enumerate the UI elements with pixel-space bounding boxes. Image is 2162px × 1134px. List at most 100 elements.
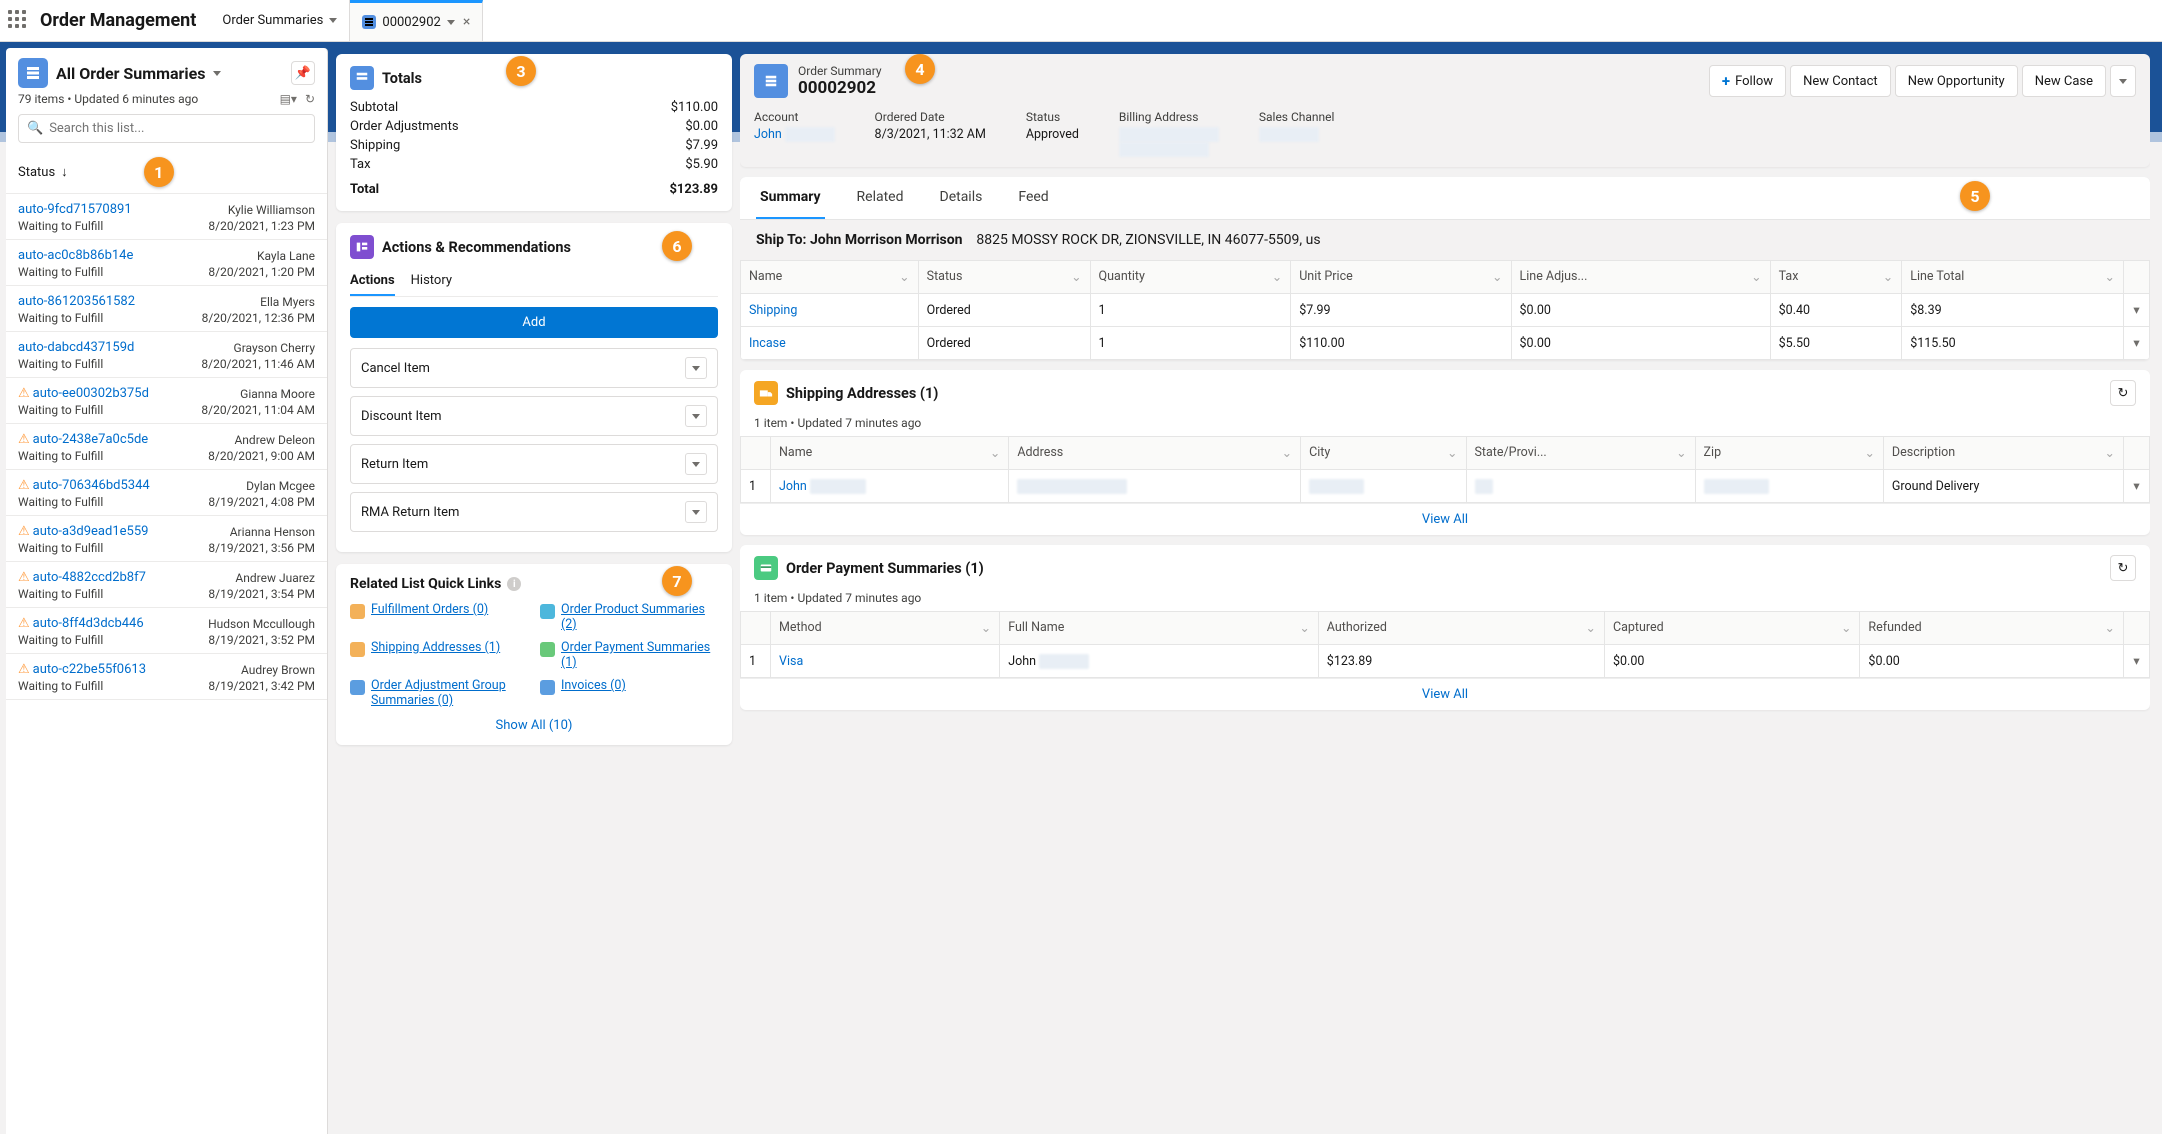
ql-link[interactable]: Shipping Addresses (1)	[371, 640, 500, 655]
col-adj[interactable]: Line Adjus...⌄	[1511, 261, 1770, 294]
list-item[interactable]: ⚠auto-4882ccd2b8f7Andrew JuarezWaiting t…	[6, 562, 327, 608]
col-method[interactable]: Method⌄	[771, 612, 1000, 645]
ql-link[interactable]: Invoices (0)	[561, 678, 626, 693]
action-menu-button[interactable]	[685, 501, 707, 523]
col-tax[interactable]: Tax⌄	[1770, 261, 1902, 294]
list-item[interactable]: ⚠auto-8ff4d3dcb446Hudson McculloughWaiti…	[6, 608, 327, 654]
ql-link[interactable]: Order Product Summaries (2)	[561, 602, 718, 632]
action-menu-button[interactable]	[685, 453, 707, 475]
record-id-link[interactable]: auto-8ff4d3dcb446	[33, 616, 144, 631]
ql-order-payment-summaries[interactable]: Order Payment Summaries (1)	[540, 640, 718, 670]
chevron-down-icon[interactable]	[213, 71, 221, 76]
view-all-link[interactable]: View All	[740, 503, 2150, 535]
row-menu-button[interactable]: ▾	[2124, 327, 2150, 360]
col-zip[interactable]: Zip⌄	[1695, 437, 1883, 470]
table-row[interactable]: 1 Visa John xxxxxxxx $123.89 $0.00 $0.00…	[741, 645, 2150, 678]
action-item[interactable]: Cancel Item	[350, 348, 718, 388]
list-item[interactable]: auto-ac0c8b86b14eKayla LaneWaiting to Fu…	[6, 240, 327, 286]
list-item[interactable]: ⚠auto-a3d9ead1e559Arianna HensonWaiting …	[6, 516, 327, 562]
line-name-link[interactable]: Shipping	[749, 303, 797, 318]
nav-tab-record[interactable]: 00002902 × 2	[350, 0, 483, 41]
col-total[interactable]: Line Total⌄	[1902, 261, 2124, 294]
list-item[interactable]: auto-dabcd437159dGrayson CherryWaiting t…	[6, 332, 327, 378]
tab-history[interactable]: History	[411, 267, 452, 296]
col-address[interactable]: Address⌄	[1009, 437, 1301, 470]
pin-icon[interactable]: 📌	[291, 61, 315, 85]
col-refunded[interactable]: Refunded⌄	[1860, 612, 2124, 645]
col-name[interactable]: Name⌄	[771, 437, 1009, 470]
refresh-icon[interactable]: ↻	[305, 92, 315, 106]
ql-order-adjustment-group[interactable]: Order Adjustment Group Summaries (0)	[350, 678, 528, 708]
ql-link[interactable]: Order Payment Summaries (1)	[561, 640, 718, 670]
record-id-link[interactable]: auto-2438e7a0c5de	[33, 432, 149, 447]
col-status[interactable]: Status⌄	[918, 261, 1090, 294]
record-id-link[interactable]: auto-dabcd437159d	[18, 340, 134, 355]
search-input[interactable]	[49, 121, 306, 136]
list-item[interactable]: ⚠auto-c22be55f0613Audrey BrownWaiting to…	[6, 654, 327, 700]
col-state[interactable]: State/Provi...⌄	[1466, 437, 1695, 470]
action-item[interactable]: RMA Return Item	[350, 492, 718, 532]
record-id-link[interactable]: auto-706346bd5344	[33, 478, 150, 493]
chevron-down-icon[interactable]	[329, 18, 337, 23]
related-title[interactable]: Shipping Addresses (1)	[786, 385, 938, 402]
record-id-link[interactable]: auto-861203561582	[18, 294, 135, 309]
sort-header[interactable]: Status ↓ 1	[6, 151, 327, 194]
more-actions-button[interactable]	[2110, 65, 2136, 97]
record-id-link[interactable]: auto-a3d9ead1e559	[33, 524, 149, 539]
row-menu-button[interactable]: ▾	[2124, 470, 2150, 503]
record-id-link[interactable]: auto-c22be55f0613	[33, 662, 146, 677]
action-item[interactable]: Discount Item	[350, 396, 718, 436]
tab-details[interactable]: Details	[936, 177, 987, 219]
close-icon[interactable]: ×	[463, 14, 470, 30]
list-item[interactable]: ⚠auto-706346bd5344Dylan McgeeWaiting to …	[6, 470, 327, 516]
related-title[interactable]: Order Payment Summaries (1)	[786, 560, 984, 577]
action-menu-button[interactable]	[685, 357, 707, 379]
table-row[interactable]: 1 John xxxxxxxxx xxxxxxxxxxxxxxx xxxxxxx…	[741, 470, 2150, 503]
ql-link[interactable]: Fulfillment Orders (0)	[371, 602, 488, 617]
new-opportunity-button[interactable]: New Opportunity	[1895, 65, 2018, 97]
table-row[interactable]: ShippingOrdered1$7.99$0.00$0.40$8.39▾	[741, 294, 2150, 327]
record-id-link[interactable]: auto-ee00302b375d	[33, 386, 149, 401]
col-price[interactable]: Unit Price⌄	[1291, 261, 1511, 294]
account-link[interactable]: John	[754, 127, 782, 142]
line-name-link[interactable]: Incase	[749, 336, 786, 351]
follow-button[interactable]: +Follow	[1709, 65, 1786, 97]
info-icon[interactable]: i	[507, 577, 521, 591]
row-method-link[interactable]: Visa	[779, 654, 803, 669]
col-qty[interactable]: Quantity⌄	[1090, 261, 1291, 294]
row-menu-button[interactable]: ▾	[2124, 294, 2150, 327]
col-authorized[interactable]: Authorized⌄	[1318, 612, 1604, 645]
app-launcher-icon[interactable]	[8, 10, 30, 32]
display-as-icon[interactable]: ▤▾	[280, 92, 297, 106]
ql-shipping-addresses[interactable]: Shipping Addresses (1)	[350, 640, 528, 670]
list-item[interactable]: ⚠auto-ee00302b375dGianna MooreWaiting to…	[6, 378, 327, 424]
add-action-button[interactable]: Add	[350, 307, 718, 338]
tab-actions[interactable]: Actions	[350, 267, 395, 296]
row-name-link[interactable]: John	[779, 479, 807, 494]
ql-link[interactable]: Order Adjustment Group Summaries (0)	[371, 678, 528, 708]
col-name[interactable]: Name⌄	[741, 261, 919, 294]
record-id-link[interactable]: auto-ac0c8b86b14e	[18, 248, 133, 263]
col-city[interactable]: City⌄	[1301, 437, 1466, 470]
record-id-link[interactable]: auto-9fcd71570891	[18, 202, 132, 217]
record-id-link[interactable]: auto-4882ccd2b8f7	[33, 570, 146, 585]
list-view-title[interactable]: All Order Summaries	[56, 64, 205, 83]
refresh-icon[interactable]: ↻	[2110, 380, 2136, 406]
chevron-down-icon[interactable]	[447, 20, 455, 25]
tab-related[interactable]: Related	[853, 177, 908, 219]
list-item[interactable]: auto-9fcd71570891Kylie WilliamsonWaiting…	[6, 194, 327, 240]
refresh-icon[interactable]: ↻	[2110, 555, 2136, 581]
show-all-link[interactable]: Show All (10)	[350, 718, 718, 733]
new-case-button[interactable]: New Case	[2022, 65, 2106, 97]
row-menu-button[interactable]: ▾	[2124, 645, 2150, 678]
view-all-link[interactable]: View All	[740, 678, 2150, 710]
tab-summary[interactable]: Summary	[756, 177, 825, 219]
col-fullname[interactable]: Full Name⌄	[1000, 612, 1319, 645]
ql-invoices[interactable]: Invoices (0)	[540, 678, 718, 708]
new-contact-button[interactable]: New Contact	[1790, 65, 1891, 97]
col-captured[interactable]: Captured⌄	[1604, 612, 1859, 645]
list-item[interactable]: ⚠auto-2438e7a0c5deAndrew DeleonWaiting t…	[6, 424, 327, 470]
table-row[interactable]: IncaseOrdered1$110.00$0.00$5.50$115.50▾	[741, 327, 2150, 360]
ql-fulfillment-orders[interactable]: Fulfillment Orders (0)	[350, 602, 528, 632]
action-item[interactable]: Return Item	[350, 444, 718, 484]
